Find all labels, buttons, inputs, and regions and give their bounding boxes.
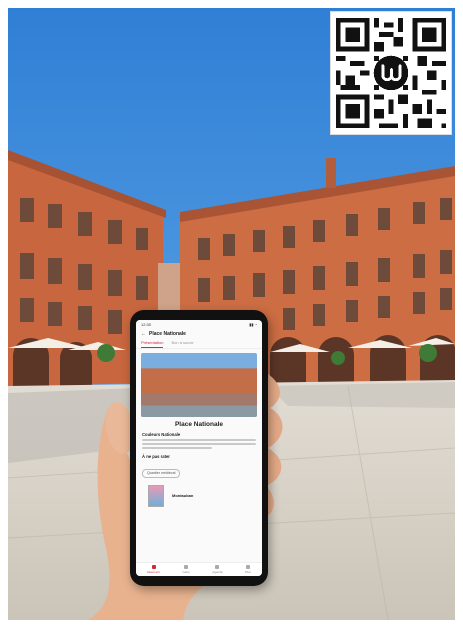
nav-item-agenda[interactable]: Agenda	[212, 565, 223, 574]
text-line	[142, 439, 256, 441]
photo-frame: 12:30 ▮▮ ◔ ← Place Nationale Présentation…	[8, 8, 455, 620]
text-line	[142, 447, 212, 449]
phone-screen: 12:30 ▮▮ ◔ ← Place Nationale Présentation…	[136, 320, 262, 576]
text-line	[142, 443, 256, 445]
tab-presentation[interactable]: Présentation	[141, 340, 164, 348]
tag-chip[interactable]: Quartier médiéval	[142, 468, 181, 478]
place-title: Place Nationale	[174, 421, 224, 428]
more-icon	[245, 565, 250, 569]
bottom-nav: Découvrir Carte Agenda Plus	[136, 562, 262, 576]
section-title: Couleurs Nationale	[142, 432, 181, 437]
nav-item-decouvrir[interactable]: Découvrir	[147, 565, 160, 574]
back-arrow-icon[interactable]: ←	[141, 331, 146, 337]
status-bar: 12:30 ▮▮ ◔	[136, 320, 262, 328]
nav-item-carte[interactable]: Carte	[182, 565, 190, 574]
related-title: À ne pas rater	[142, 454, 170, 459]
app-title: Place Nationale	[149, 331, 186, 337]
map-icon	[184, 565, 189, 569]
smartphone: 12:30 ▮▮ ◔ ← Place Nationale Présentation…	[130, 310, 268, 586]
app-bar: ← Place Nationale	[136, 328, 262, 340]
calendar-icon	[215, 565, 220, 569]
compass-icon	[151, 565, 156, 569]
nav-item-plus[interactable]: Plus	[245, 565, 251, 574]
hero-image	[141, 353, 257, 417]
screen-tabs: Présentation Bon à savoir	[136, 340, 262, 349]
brand-label: Montauban	[172, 493, 194, 498]
qr-code[interactable]	[331, 12, 451, 134]
qr-code-icon	[331, 13, 451, 133]
guidebook-cover	[148, 484, 164, 507]
partner-logos: Montauban	[136, 483, 262, 509]
tab-bon-a-savoir[interactable]: Bon à savoir	[171, 340, 193, 348]
